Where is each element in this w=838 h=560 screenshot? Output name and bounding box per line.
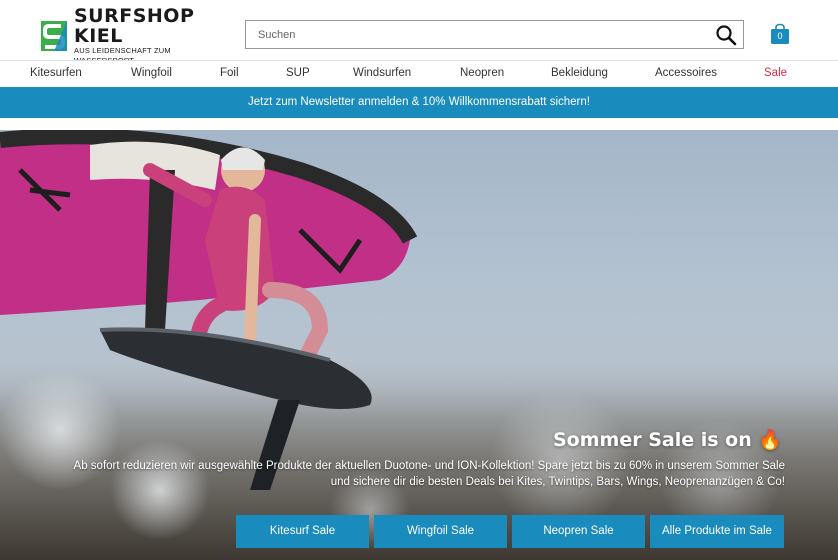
- kitesurf-sale-button[interactable]: Kitesurf Sale: [236, 515, 369, 548]
- nav-item-kitesurfen[interactable]: Kitesurfen: [30, 67, 82, 79]
- cart-button[interactable]: 0: [769, 23, 791, 45]
- site-logo[interactable]: SURFSHOP KIEL AUS LEIDENSCHAFT ZUM WASSE…: [41, 6, 231, 65]
- hero-title: Sommer Sale is on 🔥: [553, 429, 783, 451]
- search-box: [245, 20, 744, 49]
- nav-item-neopren[interactable]: Neopren: [460, 67, 504, 79]
- hero-image: [0, 130, 838, 560]
- nav-item-wingfoil[interactable]: Wingfoil: [131, 67, 172, 79]
- search-icon[interactable]: [715, 24, 737, 46]
- spacer: [0, 118, 838, 130]
- nav-item-sup[interactable]: SUP: [286, 67, 310, 79]
- site-header: SURFSHOP KIEL AUS LEIDENSCHAFT ZUM WASSE…: [0, 0, 838, 65]
- search-input[interactable]: [246, 21, 696, 48]
- nav-item-foil[interactable]: Foil: [220, 67, 239, 79]
- nav-item-sale[interactable]: Sale: [764, 67, 787, 79]
- nav-item-accessoires[interactable]: Accessoires: [655, 67, 717, 79]
- main-nav: Kitesurfen Wingfoil Foil SUP Windsurfen …: [0, 60, 838, 87]
- wingfoil-sale-button[interactable]: Wingfoil Sale: [374, 515, 507, 548]
- all-sale-products-button[interactable]: Alle Produkte im Sale: [650, 515, 784, 548]
- cart-count: 0: [777, 31, 783, 41]
- newsletter-banner[interactable]: Jetzt zum Newsletter anmelden & 10% Will…: [0, 87, 838, 118]
- logo-name: SURFSHOP KIEL: [74, 5, 195, 47]
- logo-s-icon: [41, 21, 67, 51]
- nav-item-windsurfen[interactable]: Windsurfen: [353, 67, 411, 79]
- neopren-sale-button[interactable]: Neopren Sale: [512, 515, 645, 548]
- nav-item-bekleidung[interactable]: Bekleidung: [551, 67, 608, 79]
- hero-description: Ab sofort reduzieren wir ausgewählte Pro…: [73, 460, 785, 488]
- hero-section: Sommer Sale is on 🔥 Ab sofort reduzieren…: [0, 130, 838, 560]
